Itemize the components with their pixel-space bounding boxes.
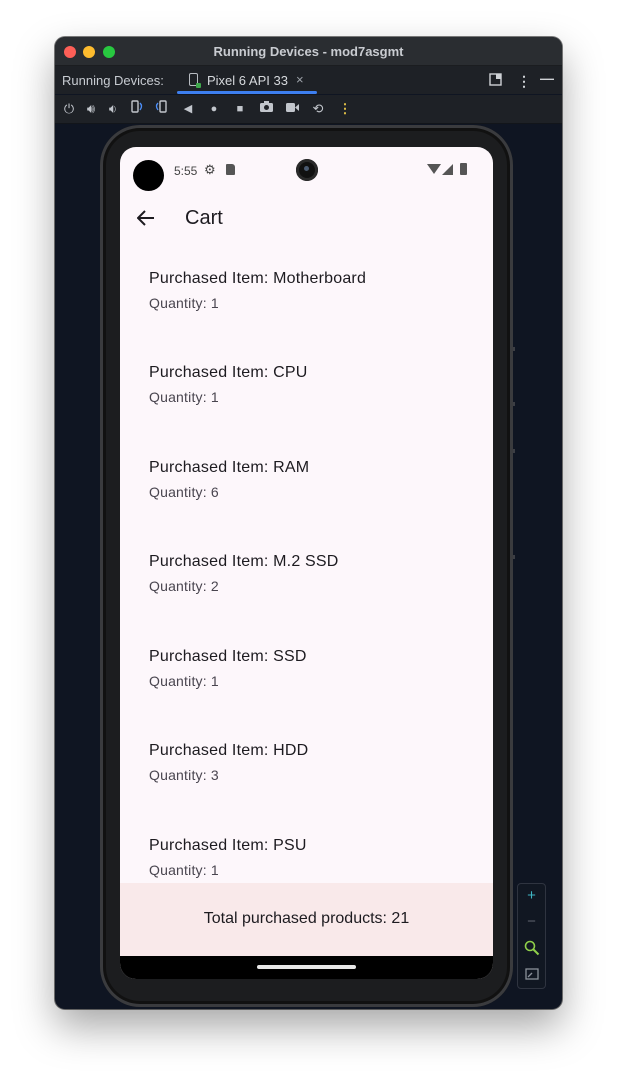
item-quantity: Quantity: 3 bbox=[149, 767, 219, 783]
back-icon[interactable]: ◀ bbox=[179, 100, 197, 118]
tab-close-icon[interactable]: × bbox=[296, 72, 304, 87]
list-item[interactable]: Purchased Item: SSD Quantity: 1 bbox=[120, 621, 493, 715]
app-bar: Cart bbox=[120, 197, 493, 243]
list-item[interactable]: Purchased Item: M.2 SSD Quantity: 2 bbox=[120, 526, 493, 620]
title-bar: Running Devices - mod7asgmt bbox=[55, 37, 562, 66]
rotate-left-icon[interactable] bbox=[128, 100, 146, 118]
window-title: Running Devices - mod7asgmt bbox=[213, 44, 404, 59]
zoom-out-button[interactable]: − bbox=[518, 910, 545, 934]
active-tab-indicator bbox=[177, 91, 317, 94]
tab-pixel-6[interactable]: Pixel 6 API 33 × bbox=[177, 66, 317, 94]
item-title: Purchased Item: PSU bbox=[149, 837, 307, 854]
status-bar: 5:55 ⚙ bbox=[120, 147, 493, 197]
total-footer: Total purchased products: 21 bbox=[120, 883, 493, 956]
device-icon bbox=[189, 73, 201, 88]
device-tab-bar: Running Devices: Pixel 6 API 33 × ⋮ — bbox=[55, 66, 562, 94]
list-item[interactable]: Purchased Item: PSU Quantity: 1 bbox=[120, 810, 493, 883]
item-title: Purchased Item: Motherboard bbox=[149, 270, 367, 287]
camera-icon[interactable] bbox=[257, 100, 275, 118]
phone-side-button bbox=[513, 347, 515, 351]
device-screen: 5:55 ⚙ Cart Purchased Item: Motherboard … bbox=[120, 147, 493, 979]
phone-side-button bbox=[513, 402, 515, 406]
more-icon[interactable]: ⋮ bbox=[336, 100, 354, 118]
item-quantity: Quantity: 1 bbox=[149, 673, 219, 689]
device-toolbar: ⏻ 🔊︎ 🔉︎ ◀ ● ■ ⟲ ⋮ bbox=[55, 95, 562, 124]
item-quantity: Quantity: 2 bbox=[149, 578, 219, 594]
overview-icon[interactable]: ■ bbox=[231, 100, 249, 118]
battery-icon bbox=[460, 163, 467, 175]
sd-card-icon bbox=[226, 164, 235, 175]
item-title: Purchased Item: SSD bbox=[149, 648, 307, 665]
zoom-actual-icon[interactable] bbox=[518, 936, 545, 960]
settings-gear-icon: ⚙ bbox=[204, 162, 216, 177]
cart-list[interactable]: Purchased Item: Motherboard Quantity: 1 … bbox=[120, 243, 493, 883]
item-title: Purchased Item: RAM bbox=[149, 459, 310, 476]
phone-side-button bbox=[513, 449, 515, 453]
item-title: Purchased Item: M.2 SSD bbox=[149, 553, 339, 570]
options-icon[interactable]: ⋮ bbox=[517, 73, 531, 90]
total-products-text: Total purchased products: 21 bbox=[203, 910, 410, 927]
screen-record-icon[interactable] bbox=[283, 100, 301, 118]
zoom-in-button[interactable]: + bbox=[518, 884, 545, 908]
list-item[interactable]: Purchased Item: RAM Quantity: 6 bbox=[120, 432, 493, 526]
rotate-right-icon[interactable] bbox=[152, 100, 170, 118]
gesture-nav-bar bbox=[120, 956, 493, 979]
front-camera bbox=[296, 159, 318, 181]
reset-icon[interactable]: ⟲ bbox=[309, 100, 327, 118]
item-title: Purchased Item: HDD bbox=[149, 742, 309, 759]
item-quantity: Quantity: 1 bbox=[149, 295, 219, 311]
volume-down-icon[interactable]: 🔉︎ bbox=[104, 100, 122, 118]
hide-panel-icon[interactable]: — bbox=[540, 70, 554, 86]
list-item[interactable]: Purchased Item: CPU Quantity: 1 bbox=[120, 337, 493, 431]
home-gesture-handle[interactable] bbox=[257, 965, 356, 969]
list-item[interactable]: Purchased Item: Motherboard Quantity: 1 bbox=[120, 243, 493, 337]
running-devices-window: Running Devices - mod7asgmt Running Devi… bbox=[55, 37, 562, 1009]
phone-frame: 5:55 ⚙ Cart Purchased Item: Motherboard … bbox=[100, 125, 513, 1007]
layout-icon[interactable] bbox=[489, 73, 502, 89]
list-item[interactable]: Purchased Item: HDD Quantity: 3 bbox=[120, 715, 493, 809]
item-quantity: Quantity: 6 bbox=[149, 484, 219, 500]
item-quantity: Quantity: 1 bbox=[149, 389, 219, 405]
wifi-icon bbox=[427, 164, 441, 174]
phone-side-button bbox=[513, 555, 515, 559]
status-avatar bbox=[133, 160, 164, 191]
power-icon[interactable]: ⏻ bbox=[60, 100, 78, 118]
fit-screen-icon[interactable] bbox=[518, 962, 545, 986]
volume-up-icon[interactable]: 🔊︎ bbox=[82, 100, 100, 118]
arrow-back-icon[interactable] bbox=[134, 206, 158, 230]
home-icon[interactable]: ● bbox=[205, 100, 223, 118]
item-title: Purchased Item: CPU bbox=[149, 364, 308, 381]
item-quantity: Quantity: 1 bbox=[149, 862, 219, 878]
signal-icon bbox=[442, 164, 453, 175]
status-time: 5:55 bbox=[174, 164, 198, 178]
device-tab-label: Pixel 6 API 33 bbox=[207, 73, 288, 88]
page-title: Cart bbox=[185, 207, 223, 229]
tab-bar-label: Running Devices: bbox=[62, 73, 164, 88]
zoom-controls: + − bbox=[517, 883, 546, 989]
